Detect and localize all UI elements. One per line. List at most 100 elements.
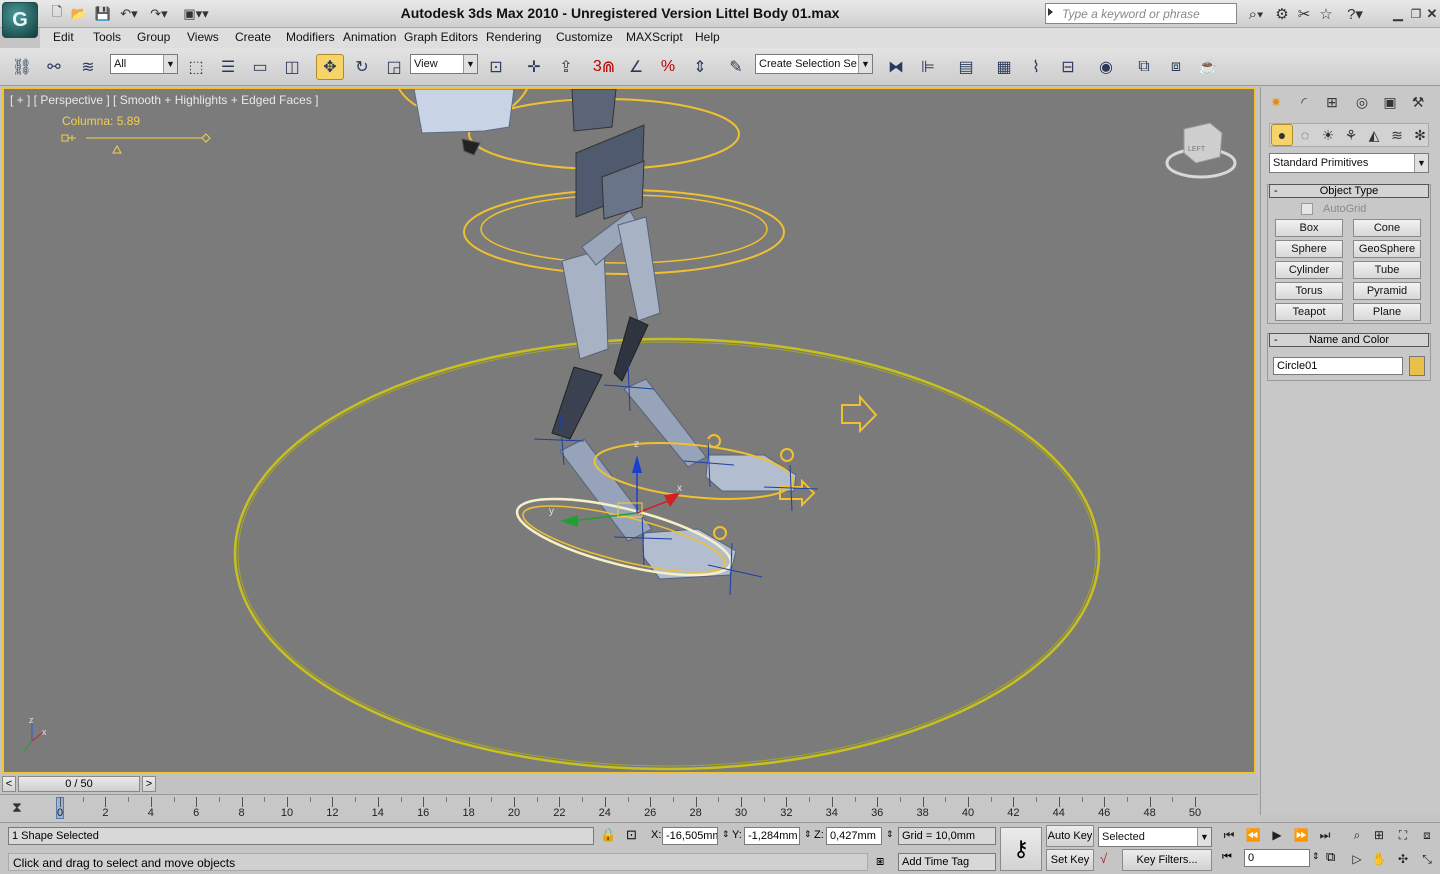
save-file-icon[interactable]: 💾 — [94, 5, 112, 23]
maximize-viewport-icon[interactable]: ⤡ — [1416, 849, 1438, 869]
search-input[interactable]: Type a keyword or phrase — [1045, 3, 1237, 24]
previous-frame-icon[interactable]: ⏪ — [1242, 825, 1264, 845]
field-of-view-icon[interactable]: ▷ — [1346, 849, 1368, 869]
x-coordinate-input[interactable]: -16,505mm — [662, 827, 718, 845]
select-manipulate-icon[interactable]: ✛ — [520, 54, 548, 80]
tube-button[interactable]: Tube — [1353, 261, 1421, 279]
undo-icon[interactable]: ↶▾ — [118, 5, 140, 23]
track-bar[interactable]: ⧗ 0 2 4 6 8 10 12 14 16 18 20 22 24 26 28 30 32 34 36 38 40 4… — [0, 794, 1258, 822]
communication-center-icon[interactable]: ⚙ — [1272, 4, 1292, 24]
geometry-category-icon[interactable]: ● — [1271, 124, 1293, 146]
time-tag-icon[interactable]: ⧆ — [876, 853, 884, 869]
open-file-icon[interactable]: 📂 — [70, 5, 88, 23]
go-to-start-icon[interactable]: ⏮ — [1218, 825, 1240, 845]
zoom-icon[interactable]: ⌕ — [1346, 825, 1368, 845]
menu-group[interactable]: Group — [137, 30, 170, 44]
pyramid-button[interactable]: Pyramid — [1353, 282, 1421, 300]
helpers-category-icon[interactable]: ◭ — [1363, 124, 1385, 146]
time-slider-next[interactable]: > — [142, 776, 156, 792]
display-tab-icon[interactable]: ▣ — [1379, 91, 1401, 113]
menu-edit[interactable]: Edit — [53, 30, 74, 44]
select-and-rotate-icon[interactable]: ↻ — [348, 54, 376, 80]
close-icon[interactable]: ✕ — [1422, 4, 1440, 24]
bind-to-space-warp-icon[interactable]: ≋ — [74, 54, 102, 80]
hierarchy-tab-icon[interactable]: ⊞ — [1321, 91, 1343, 113]
snaps-toggle-icon[interactable]: 3 ⋒ — [590, 54, 618, 80]
select-and-scale-icon[interactable]: ◲ — [380, 54, 408, 80]
select-by-name-icon[interactable]: ☰ — [214, 54, 242, 80]
teapot-button[interactable]: Teapot — [1275, 303, 1343, 321]
x-spinner-icon[interactable]: ⇕ — [722, 829, 730, 840]
render-teapot-icon[interactable]: ☕ — [1194, 54, 1222, 80]
play-icon[interactable]: ▶ — [1266, 825, 1288, 845]
help-icon[interactable]: ?▾ — [1340, 4, 1370, 24]
object-color-swatch[interactable] — [1409, 356, 1425, 376]
name-and-color-header[interactable]: - Name and Color — [1269, 333, 1429, 347]
select-and-link-icon[interactable]: ⛓ — [8, 54, 36, 80]
menu-graph-editors[interactable]: Graph Editors — [404, 30, 478, 44]
named-selection-dropdown[interactable]: Create Selection Se ▼ — [755, 54, 873, 74]
zoom-extents-all-icon[interactable]: ⧈ — [1416, 825, 1438, 845]
menu-create[interactable]: Create — [235, 30, 271, 44]
schematic-view-icon[interactable]: ⊟ — [1054, 54, 1082, 80]
systems-category-icon[interactable]: ✻ — [1409, 124, 1431, 146]
rendered-frame-window-icon[interactable]: ⧈ — [1162, 54, 1190, 80]
auto-key-button[interactable]: Auto Key — [1046, 825, 1094, 847]
plane-button[interactable]: Plane — [1353, 303, 1421, 321]
go-to-end-icon[interactable]: ⏭ — [1314, 825, 1336, 845]
new-file-icon[interactable]: 🗋 — [48, 4, 66, 23]
selection-filter-dropdown[interactable]: All ▼ — [110, 54, 178, 74]
object-type-header[interactable]: - Object Type — [1269, 184, 1429, 198]
zoom-all-icon[interactable]: ⊞ — [1368, 825, 1390, 845]
pivot-center-icon[interactable]: ⊡ — [482, 54, 510, 80]
mirror-icon[interactable]: ⧓ — [882, 54, 910, 80]
set-key-button[interactable]: Set Key — [1046, 849, 1094, 871]
shapes-category-icon[interactable]: ◌ — [1294, 124, 1316, 146]
select-and-move-icon[interactable]: ✥ — [316, 54, 344, 80]
zoom-extents-icon[interactable]: ⛶ — [1392, 825, 1414, 845]
time-slider-prev[interactable]: < — [2, 776, 16, 792]
edit-named-selection-icon[interactable]: ✎ — [722, 54, 750, 80]
menu-modifiers[interactable]: Modifiers — [286, 30, 335, 44]
frame-spinner-icon[interactable]: ⇕ — [1312, 851, 1320, 862]
menu-maxscript[interactable]: MAXScript — [626, 30, 683, 44]
key-filters-button[interactable]: Key Filters... — [1122, 849, 1212, 871]
graphite-modeling-icon[interactable]: ▦ — [990, 54, 1018, 80]
utilities-tab-icon[interactable]: ⚒ — [1407, 91, 1429, 113]
menu-customize[interactable]: Customize — [556, 30, 613, 44]
curve-editor-icon[interactable]: ⌇ — [1022, 54, 1050, 80]
minimize-icon[interactable]: ▁ — [1388, 4, 1408, 24]
pan-view-icon[interactable]: ✋ — [1368, 849, 1390, 869]
angle-snap-icon[interactable]: ∠ — [622, 54, 650, 80]
cameras-category-icon[interactable]: ⚘ — [1340, 124, 1362, 146]
orbit-icon[interactable]: ✣ — [1392, 849, 1414, 869]
modify-tab-icon[interactable]: ◜ — [1293, 91, 1315, 113]
set-key-big-icon[interactable]: ⚷ — [1000, 827, 1042, 871]
add-time-tag[interactable]: Add Time Tag — [898, 853, 996, 871]
align-icon[interactable]: ⊫ — [914, 54, 942, 80]
application-button[interactable]: G — [2, 2, 38, 38]
keyboard-shortcut-override-icon[interactable]: ⇪ — [552, 54, 580, 80]
sphere-button[interactable]: Sphere — [1275, 240, 1343, 258]
menu-tools[interactable]: Tools — [93, 30, 121, 44]
default-tangent-icon[interactable]: √ — [1100, 851, 1107, 866]
torus-button[interactable]: Torus — [1275, 282, 1343, 300]
motion-tab-icon[interactable]: ◎ — [1351, 91, 1373, 113]
time-configuration-icon[interactable]: ⧉ — [1326, 849, 1335, 865]
current-frame-input[interactable]: 0 — [1244, 849, 1310, 867]
cylinder-button[interactable]: Cylinder — [1275, 261, 1343, 279]
material-editor-icon[interactable]: ◉ — [1092, 54, 1120, 80]
spacewarps-category-icon[interactable]: ≋ — [1386, 124, 1408, 146]
box-button[interactable]: Box — [1275, 219, 1343, 237]
rectangular-selection-icon[interactable]: ▭ — [246, 54, 274, 80]
create-tab-icon[interactable]: ✷ — [1265, 91, 1287, 113]
y-spinner-icon[interactable]: ⇕ — [804, 829, 812, 840]
unlink-icon[interactable]: ⚯ — [40, 54, 68, 80]
z-spinner-icon[interactable]: ⇕ — [886, 829, 894, 840]
absolute-mode-icon[interactable]: ⊡ — [626, 827, 637, 843]
lock-selection-icon[interactable]: 🔒 — [600, 827, 616, 843]
autogrid-checkbox[interactable] — [1301, 203, 1313, 215]
render-setup-icon[interactable]: ⧉ — [1130, 54, 1158, 80]
menu-views[interactable]: Views — [187, 30, 219, 44]
select-object-icon[interactable]: ⬚ — [182, 54, 210, 80]
